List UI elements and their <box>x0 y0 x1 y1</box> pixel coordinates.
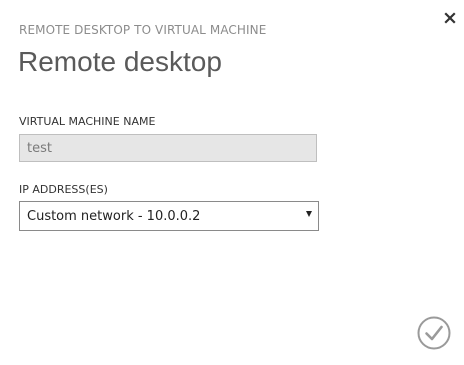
checkmark-circle-icon <box>417 316 451 350</box>
close-icon <box>444 12 456 24</box>
dialog-title: Remote desktop <box>18 46 222 77</box>
ok-button[interactable] <box>417 316 451 350</box>
ip-address-select[interactable]: Custom network - 10.0.0.2 <box>19 201 319 231</box>
vm-name-field <box>19 134 317 162</box>
ip-address-label: IP ADDRESS(ES) <box>19 183 108 196</box>
dialog-subheading: REMOTE DESKTOP TO VIRTUAL MACHINE <box>19 23 267 37</box>
triangle-down-icon <box>306 211 312 217</box>
ip-address-selected-value: Custom network - 10.0.0.2 <box>27 209 201 224</box>
vm-name-label: VIRTUAL MACHINE NAME <box>19 115 156 128</box>
close-button[interactable] <box>441 9 459 27</box>
